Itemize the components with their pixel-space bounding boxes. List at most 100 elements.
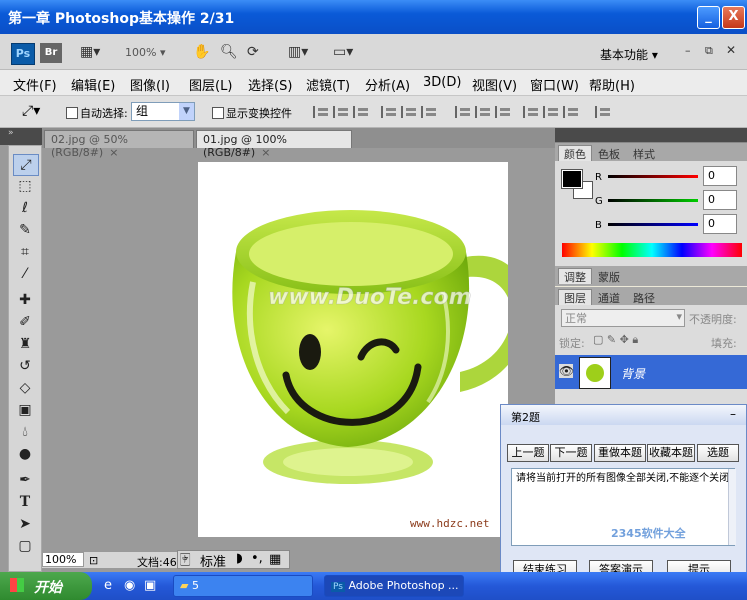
- screen-mode-icon[interactable]: ▭▾: [333, 44, 353, 60]
- tab-channels[interactable]: 通道: [593, 290, 625, 305]
- dialog-minimize-icon[interactable]: –: [730, 407, 736, 421]
- question-scrollbar[interactable]: [728, 469, 736, 545]
- panel-minimize-icon[interactable]: –: [685, 44, 691, 57]
- close-tab-icon[interactable]: ×: [261, 146, 270, 159]
- clone-stamp-tool-icon[interactable]: ♜: [13, 334, 37, 354]
- ime-punct-icon[interactable]: •,: [251, 551, 263, 566]
- move-tool-icon[interactable]: ⤢: [13, 154, 39, 176]
- blend-mode-dropdown[interactable]: 正常 ▾: [561, 309, 685, 327]
- distribute-bottom-icon[interactable]: [495, 106, 512, 118]
- tab-01-jpg[interactable]: 01.jpg @ 100%(RGB/8#) ×: [196, 130, 352, 159]
- align-bottom-icon[interactable]: [353, 106, 370, 118]
- panel-close-icon[interactable]: ✕: [726, 43, 736, 57]
- favorite-question-button[interactable]: 收藏本题: [647, 444, 695, 462]
- bridge-launch-button[interactable]: Br: [40, 43, 62, 63]
- r-slider[interactable]: [608, 175, 698, 178]
- r-value-input[interactable]: 0: [703, 166, 737, 186]
- brush-tool-icon[interactable]: ✐: [13, 312, 37, 332]
- auto-align-layers-icon[interactable]: [595, 106, 612, 118]
- rotate-view-icon[interactable]: ⟳: [247, 44, 259, 60]
- path-selection-tool-icon[interactable]: ➤: [13, 514, 37, 534]
- tab-adjustments[interactable]: 调整: [558, 268, 592, 284]
- minimize-button[interactable]: _: [697, 6, 720, 29]
- foreground-color-swatch[interactable]: [561, 169, 583, 189]
- marquee-tool-icon[interactable]: ⬚: [13, 176, 37, 196]
- eraser-tool-icon[interactable]: ◇: [13, 378, 37, 398]
- healing-brush-tool-icon[interactable]: ✚: [13, 290, 37, 310]
- start-button[interactable]: 开始: [0, 572, 92, 600]
- b-value-input[interactable]: 0: [703, 214, 737, 234]
- auto-select-dropdown[interactable]: 组 ▼: [131, 102, 195, 121]
- menu-image[interactable]: 图像(I): [130, 75, 170, 94]
- shape-tool-icon[interactable]: ▢: [13, 536, 37, 556]
- lasso-tool-icon[interactable]: ℓ: [13, 198, 37, 218]
- auto-select-checkbox[interactable]: [66, 107, 78, 119]
- dodge-tool-icon[interactable]: ●: [13, 444, 37, 464]
- b-slider[interactable]: [608, 223, 698, 226]
- zoom-tool-icon[interactable]: 🔍︎: [220, 44, 238, 60]
- align-top-icon[interactable]: [313, 106, 330, 118]
- ime-mode-label[interactable]: 标准: [200, 551, 226, 570]
- eyedropper-tool-icon[interactable]: ⁄: [13, 264, 37, 284]
- status-zoom-field[interactable]: 100%: [42, 552, 84, 567]
- tab-swatches[interactable]: 色板: [593, 146, 625, 161]
- tab-paths[interactable]: 路径: [628, 290, 660, 305]
- ie-quicklaunch-icon[interactable]: e: [104, 578, 112, 593]
- show-transform-checkbox[interactable]: [212, 107, 224, 119]
- distribute-top-icon[interactable]: [455, 106, 472, 118]
- menu-edit[interactable]: 编辑(E): [71, 75, 115, 94]
- color-spectrum-bar[interactable]: [562, 243, 742, 257]
- image-canvas[interactable]: www.DuoTe.com www.hdzc.net: [198, 162, 508, 537]
- gradient-tool-icon[interactable]: ▣: [13, 400, 37, 420]
- hand-tool-icon[interactable]: ✋: [193, 44, 210, 60]
- status-doc-info[interactable]: 文档:46: [137, 554, 177, 570]
- ime-halfwidth-icon[interactable]: ◗: [236, 551, 243, 566]
- menu-3d[interactable]: 3D(D): [423, 75, 461, 90]
- pen-tool-icon[interactable]: ✒: [13, 470, 37, 490]
- tab-color[interactable]: 颜色: [558, 145, 592, 161]
- menu-window[interactable]: 窗口(W): [530, 75, 579, 94]
- menu-select[interactable]: 选择(S): [248, 75, 292, 94]
- distribute-left-icon[interactable]: [523, 106, 540, 118]
- menu-analysis[interactable]: 分析(A): [365, 75, 410, 94]
- align-left-icon[interactable]: [381, 106, 398, 118]
- taskbar-item-folder[interactable]: ▰ 5: [173, 575, 313, 597]
- media-quicklaunch-icon[interactable]: ▣: [144, 578, 156, 593]
- menu-view[interactable]: 视图(V): [472, 75, 517, 94]
- previous-question-button[interactable]: 上一题: [507, 444, 549, 462]
- history-brush-tool-icon[interactable]: ↺: [13, 356, 37, 376]
- next-question-button[interactable]: 下一题: [550, 444, 592, 462]
- crop-tool-icon[interactable]: ⌗: [13, 242, 37, 262]
- layer-row-background[interactable]: 👁︎ 背景: [555, 355, 747, 389]
- tab-styles[interactable]: 样式: [628, 146, 660, 161]
- blur-tool-icon[interactable]: 💧︎: [13, 422, 37, 442]
- arrange-documents-icon[interactable]: ▥▾: [288, 44, 308, 60]
- lock-icons[interactable]: ▢ ✎ ✥ 🔒︎: [593, 333, 638, 347]
- workspace-switcher[interactable]: 基本功能 ▾: [600, 46, 658, 63]
- menu-layer[interactable]: 图层(L): [189, 75, 232, 94]
- explorer-quicklaunch-icon[interactable]: ◉: [124, 578, 135, 593]
- g-value-input[interactable]: 0: [703, 190, 737, 210]
- type-tool-icon[interactable]: T: [13, 492, 37, 512]
- align-hcenter-icon[interactable]: [401, 106, 418, 118]
- layer-visibility-eye-icon[interactable]: 👁︎: [559, 364, 574, 378]
- view-extras-icon[interactable]: ▦▾: [80, 44, 100, 60]
- zoom-level-dropdown[interactable]: 100% ▾: [125, 46, 165, 59]
- menu-filter[interactable]: 滤镜(T): [306, 75, 350, 94]
- align-vcenter-icon[interactable]: [333, 106, 350, 118]
- ime-keyboard-icon[interactable]: ▦: [269, 552, 281, 567]
- distribute-vcenter-icon[interactable]: [475, 106, 492, 118]
- tab-masks[interactable]: 蒙版: [593, 269, 625, 284]
- move-tool-preset-icon[interactable]: ⤢▾: [22, 103, 40, 119]
- taskbar-item-photoshop[interactable]: Ps Adobe Photoshop ...: [324, 575, 464, 597]
- tab-layers[interactable]: 图层: [558, 289, 592, 305]
- menu-file[interactable]: 文件(F): [13, 75, 57, 94]
- quick-select-tool-icon[interactable]: ✎: [13, 220, 37, 240]
- menu-help[interactable]: 帮助(H): [589, 75, 635, 94]
- toolbox-collapse-icon[interactable]: »: [0, 128, 42, 145]
- tab-02-jpg[interactable]: 02.jpg @ 50%(RGB/8#) ×: [44, 130, 194, 159]
- g-slider[interactable]: [608, 199, 698, 202]
- distribute-hcenter-icon[interactable]: [543, 106, 560, 118]
- distribute-right-icon[interactable]: [563, 106, 580, 118]
- select-question-button[interactable]: 选题: [697, 444, 739, 462]
